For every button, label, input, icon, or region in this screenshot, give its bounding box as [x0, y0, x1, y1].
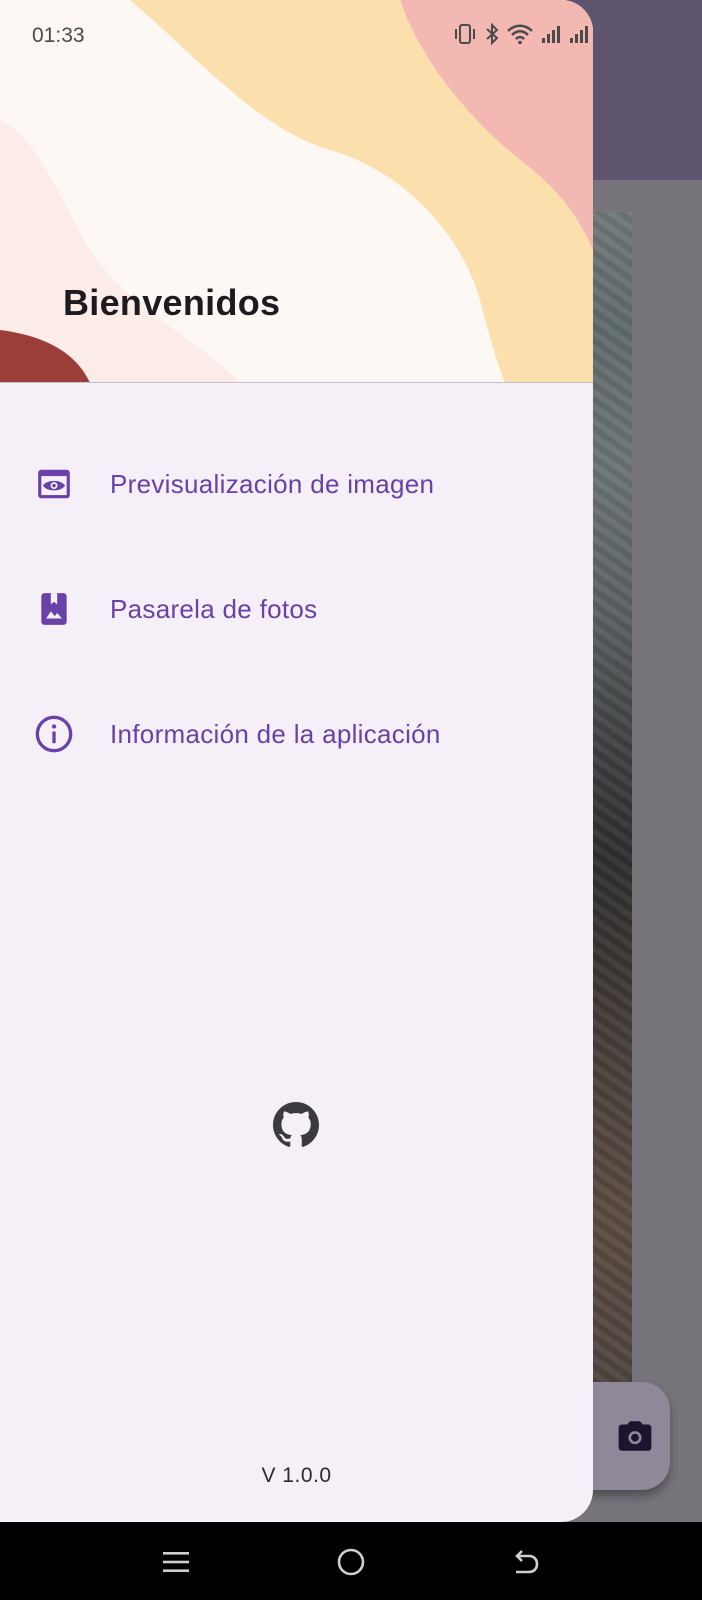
- eye-icon: [34, 464, 74, 504]
- menu-lines-icon: [163, 1552, 189, 1572]
- menu-item-image-preview[interactable]: Previsualización de imagen: [0, 444, 593, 524]
- menu-item-label: Información de la aplicación: [110, 718, 441, 749]
- wifi-icon: [506, 23, 534, 50]
- home-button[interactable]: [329, 1540, 373, 1584]
- status-icons: 32: [452, 22, 593, 50]
- back-arrow-icon: [515, 1550, 539, 1574]
- menu-item-photo-gallery[interactable]: Pasarela de fotos: [0, 569, 593, 649]
- system-navigation-bar: [0, 1522, 702, 1600]
- github-link[interactable]: [272, 1101, 320, 1149]
- signal-icon-2: [568, 23, 590, 50]
- recents-button[interactable]: [154, 1540, 198, 1584]
- info-icon: [34, 714, 74, 754]
- menu-item-app-info[interactable]: Información de la aplicación: [0, 694, 593, 774]
- signal-icon-1: [540, 23, 562, 50]
- navigation-drawer: Bienvenidos 01:33 32: [0, 0, 593, 1522]
- bluetooth-icon: [484, 22, 500, 50]
- app-version: V 1.0.0: [261, 1464, 332, 1487]
- header-waves-illustration: [0, 0, 593, 383]
- photo-album-icon: [34, 589, 74, 629]
- vibrate-icon: [452, 23, 478, 50]
- drawer-header: Bienvenidos 01:33 32: [0, 0, 593, 383]
- header-divider: [0, 382, 593, 383]
- status-time: 01:33: [32, 24, 85, 47]
- menu-item-label: Pasarela de fotos: [110, 593, 318, 624]
- home-circle-icon: [337, 1548, 365, 1576]
- github-icon: [273, 1102, 319, 1147]
- back-button[interactable]: [504, 1540, 548, 1584]
- camera-icon: [618, 1421, 652, 1451]
- menu-item-label: Previsualización de imagen: [110, 468, 435, 499]
- drawer-title: Bienvenidos: [63, 282, 281, 323]
